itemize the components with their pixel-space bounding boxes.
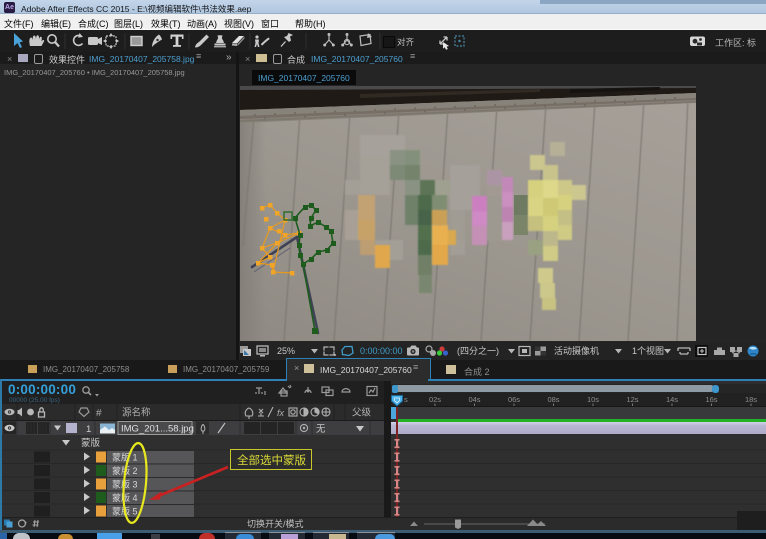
svg-text:16s: 16s (705, 395, 717, 404)
svg-text:18s: 18s (745, 395, 757, 404)
svg-text:1个视图: 1个视图 (632, 345, 664, 356)
svg-text:蒙版: 蒙版 (81, 437, 101, 449)
svg-text:25%: 25% (277, 346, 295, 356)
svg-text:08s: 08s (547, 395, 559, 404)
svg-text:0:00:00:00: 0:00:00:00 (360, 346, 403, 356)
svg-text:10s: 10s (587, 395, 599, 404)
svg-text:源名称: 源名称 (122, 407, 151, 419)
svg-text:切换开关/模式: 切换开关/模式 (247, 518, 304, 529)
svg-text:无: 无 (316, 424, 326, 435)
svg-text:#: # (96, 408, 102, 419)
svg-text:父级: 父级 (352, 407, 372, 419)
svg-text:s: s (404, 395, 408, 404)
svg-text:1: 1 (86, 424, 91, 435)
svg-text:06s: 06s (508, 395, 520, 404)
svg-text:02s: 02s (429, 395, 441, 404)
svg-text:12s: 12s (626, 395, 638, 404)
svg-text:(四分之一): (四分之一) (457, 345, 499, 356)
svg-text:fx: fx (277, 408, 285, 418)
svg-text:IMG_201...58.jpg: IMG_201...58.jpg (121, 424, 194, 435)
svg-text:04s: 04s (468, 395, 480, 404)
svg-text:活动摄像机: 活动摄像机 (554, 345, 599, 356)
svg-text:14s: 14s (666, 395, 678, 404)
